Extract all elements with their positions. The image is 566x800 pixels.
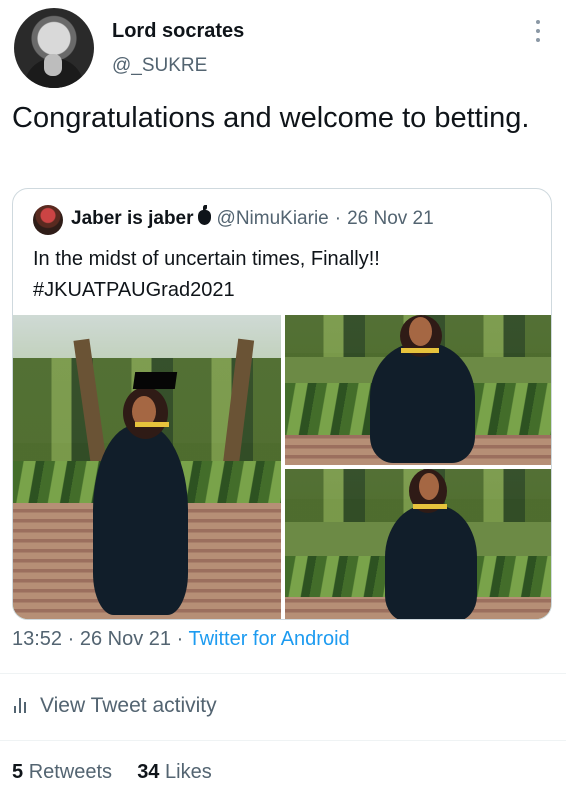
tweet-source-link[interactable]: Twitter for Android [188, 628, 349, 650]
engagement-stats: 5 Retweets 34 Likes [12, 761, 212, 784]
likes-stat[interactable]: 34 Likes [137, 761, 212, 783]
retweets-count: 5 [12, 761, 24, 783]
tweet-time[interactable]: 13:52 [12, 628, 62, 650]
quoted-tweet-date[interactable]: 26 Nov 21 [347, 208, 434, 229]
photo-grid[interactable] [13, 315, 551, 619]
quoted-separator: · [334, 208, 342, 229]
quoted-tweet-text-line: In the midst of uncertain times, Finally… [33, 248, 380, 270]
quoted-author-avatar[interactable] [33, 205, 63, 235]
graduation-photo-left[interactable] [13, 315, 281, 619]
likes-label: Likes [165, 761, 212, 783]
apple-icon [197, 205, 211, 225]
author-name[interactable]: Lord socrates [112, 20, 244, 43]
quoted-author-handle[interactable]: @NimuKiarie [217, 208, 329, 229]
avatar-folded-hands [44, 54, 62, 76]
graduation-photo-bottom-right[interactable] [285, 469, 551, 619]
tweet-metadata: 13:52 · 26 Nov 21 · Twitter for Android [12, 628, 350, 651]
metadata-separator: · [67, 628, 75, 650]
divider [0, 740, 566, 741]
retweets-stat[interactable]: 5 Retweets [12, 761, 112, 783]
author-handle[interactable]: @_SUKRE [112, 55, 207, 77]
quoted-tweet-header: Jaber is jaber @NimuKiarie · 26 Nov 21 [71, 205, 434, 230]
quoted-author-name[interactable]: Jaber is jaber [71, 208, 194, 229]
graduation-photo-top-right[interactable] [285, 315, 551, 465]
analytics-bar-icon [12, 696, 30, 714]
tweet-text: Congratulations and welcome to betting. [12, 102, 530, 134]
view-tweet-activity-button[interactable]: View Tweet activity [12, 694, 217, 718]
metadata-separator: · [176, 628, 184, 650]
quoted-tweet-text: In the midst of uncertain times, Finally… [33, 244, 538, 306]
quoted-tweet-card[interactable]: Jaber is jaber @NimuKiarie · 26 Nov 21 In t… [12, 188, 552, 620]
author-avatar[interactable] [14, 8, 94, 88]
tweet-date[interactable]: 26 Nov 21 [80, 628, 171, 650]
retweets-label: Retweets [28, 761, 113, 783]
quoted-tweet-hashtag[interactable]: #JKUATPAUGrad2021 [33, 275, 538, 306]
more-options-icon[interactable] [530, 17, 546, 45]
divider [0, 673, 566, 674]
view-tweet-activity-label: View Tweet activity [40, 694, 217, 717]
likes-count: 34 [137, 761, 160, 783]
